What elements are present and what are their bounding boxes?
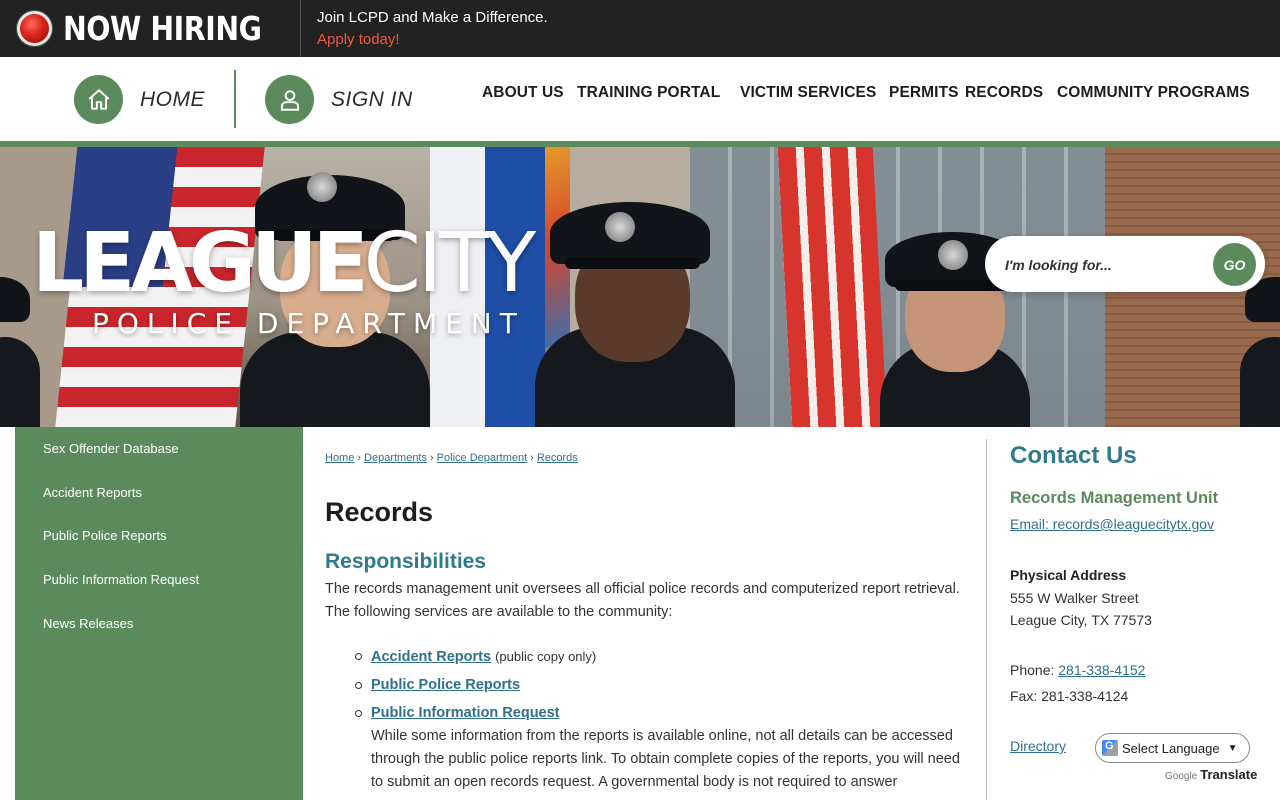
search-input[interactable] <box>1005 254 1185 276</box>
google-label: Google <box>1165 771 1198 782</box>
public-information-request-link[interactable]: Public Information Request <box>371 705 560 721</box>
nav-victim-services[interactable]: VICTIM SERVICES <box>740 84 876 102</box>
services-list: Accident Reports (public copy only) Publ… <box>355 645 970 799</box>
league-city-logo[interactable]: LEAGUECITY <box>32 221 536 307</box>
banner-message: Join LCPD and Make a Difference. <box>317 9 548 26</box>
home-icon <box>74 75 123 124</box>
site-search: GO <box>985 236 1265 292</box>
site-header: HOME SIGN IN ABOUT US TRAINING PORTAL VI… <box>0 57 1280 142</box>
nav-permits[interactable]: PERMITS <box>889 84 959 102</box>
address-label: Physical Address <box>1010 567 1127 583</box>
logo-city-text: CITY <box>363 216 537 311</box>
intro-paragraph: The records management unit oversees all… <box>325 581 960 620</box>
page-gutter <box>1265 427 1280 745</box>
quick-link-divider <box>234 70 236 128</box>
logo-police-department-text: POLICE DEPARTMENT <box>92 307 525 340</box>
sidebar-nav: Sex Offender Database Accident Reports P… <box>15 427 303 800</box>
breadcrumb-police-department[interactable]: Police Department <box>437 452 528 464</box>
section-title: Responsibilities <box>325 550 487 573</box>
google-translate-icon <box>1102 740 1118 756</box>
address-line: 555 W Walker Street <box>1010 590 1139 606</box>
breadcrumb-home[interactable]: Home <box>325 452 354 464</box>
list-item: Public Information Request While some in… <box>355 702 970 794</box>
officer-image <box>535 202 735 427</box>
search-go-button[interactable]: GO <box>1213 243 1256 286</box>
directory-link[interactable]: Directory <box>1010 738 1066 754</box>
sidebar-item-public-police-reports[interactable]: Public Police Reports <box>43 528 167 543</box>
now-hiring-headline: NOW HIRING <box>63 8 262 48</box>
banner-divider <box>300 0 301 57</box>
phone-link[interactable]: 281-338-4152 <box>1058 662 1145 678</box>
breadcrumb-departments[interactable]: Departments <box>364 452 427 464</box>
sign-in-label: SIGN IN <box>331 87 413 111</box>
nav-training-portal[interactable]: TRAINING PORTAL <box>577 84 720 102</box>
nav-community-programs[interactable]: COMMUNITY PROGRAMS <box>1057 84 1250 102</box>
list-item-note: (public copy only) <box>495 649 597 664</box>
language-select-label: Select Language <box>1122 740 1220 756</box>
list-item: Accident Reports (public copy only) <box>355 645 970 669</box>
breadcrumb: Home › Departments › Police Department › Recor… <box>325 452 578 464</box>
breadcrumb-records[interactable]: Records <box>537 452 578 464</box>
contact-email-link[interactable]: Email: records@leaguecitytx.gov <box>1010 516 1214 532</box>
list-item: Public Police Reports <box>355 674 970 697</box>
powered-by-google[interactable]: Google Translate <box>1165 767 1257 782</box>
translate-label: Translate <box>1200 767 1258 782</box>
apply-today-link[interactable]: Apply today! <box>317 30 400 50</box>
home-quick-link[interactable]: HOME <box>74 75 205 124</box>
officer-image <box>1240 277 1280 427</box>
user-icon <box>265 75 314 124</box>
phone-label: Phone: <box>1010 662 1055 678</box>
main-content: Home › Departments › Police Department › Recor… <box>303 427 986 800</box>
sidebar-item-sex-offender-database[interactable]: Sex Offender Database <box>43 441 179 456</box>
public-police-reports-link[interactable]: Public Police Reports <box>371 677 520 693</box>
hero-banner: LEAGUECITY POLICE DEPARTMENT GO <box>0 147 1280 427</box>
chevron-down-icon: ▼ <box>1227 742 1238 754</box>
now-hiring-banner[interactable]: NOW HIRING Join LCPD and Make a Differen… <box>0 0 1280 57</box>
home-label: HOME <box>140 87 205 111</box>
nav-about-us[interactable]: ABOUT US <box>482 84 564 102</box>
alert-light-icon <box>17 10 52 46</box>
contact-divider <box>986 439 987 800</box>
sidebar-item-accident-reports[interactable]: Accident Reports <box>43 485 142 500</box>
list-item-description: While some information from the reports … <box>371 728 960 790</box>
address-line: League City, TX 77573 <box>1010 612 1152 628</box>
contact-title: Contact Us <box>1010 442 1137 469</box>
sidebar-item-news-releases[interactable]: News Releases <box>43 616 133 631</box>
sidebar-item-public-information-request[interactable]: Public Information Request <box>43 572 199 587</box>
now-hiring-link[interactable]: NOW HIRING <box>17 8 294 48</box>
sign-in-quick-link[interactable]: SIGN IN <box>265 75 413 124</box>
logo-league-text: LEAGUE <box>32 216 369 311</box>
page-gutter <box>0 745 15 800</box>
nav-records[interactable]: RECORDS <box>965 84 1043 102</box>
contact-phone: Phone: 281-338-4152 <box>1010 662 1145 678</box>
language-select[interactable]: Select Language ▼ <box>1095 733 1250 763</box>
page-title: Records <box>325 497 434 527</box>
red-flag-image <box>777 147 888 427</box>
contact-unit-name: Records Management Unit <box>1010 489 1219 507</box>
contact-fax: Fax: 281-338-4124 <box>1010 688 1129 704</box>
accident-reports-link[interactable]: Accident Reports <box>371 649 491 665</box>
